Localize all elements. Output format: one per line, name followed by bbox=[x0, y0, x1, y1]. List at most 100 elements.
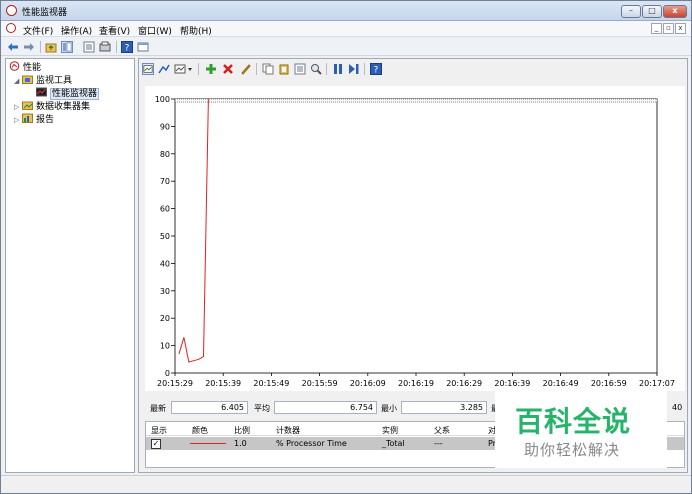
help-icon[interactable]: ? bbox=[370, 63, 382, 75]
minimum-value: 3.285 bbox=[401, 401, 487, 414]
graph-type-dropdown-icon[interactable] bbox=[187, 63, 193, 75]
show-hide-tree-icon[interactable] bbox=[61, 41, 73, 53]
minimum-label: 最小 bbox=[381, 404, 397, 413]
mdi-restore-button[interactable]: ▫ bbox=[663, 23, 674, 34]
plot-top-band bbox=[174, 98, 658, 103]
show-checkbox[interactable]: ✓ bbox=[151, 439, 161, 449]
y-tick-label: 30 bbox=[160, 287, 170, 296]
close-button[interactable]: x bbox=[663, 5, 687, 18]
menu-help[interactable]: 帮助(H) bbox=[180, 24, 212, 37]
freeze-display-icon[interactable] bbox=[332, 63, 344, 75]
change-graph-type-icon[interactable] bbox=[158, 63, 170, 75]
status-bar bbox=[1, 475, 691, 493]
column-header-scale[interactable]: 比例 bbox=[234, 425, 250, 436]
back-icon[interactable] bbox=[7, 41, 19, 53]
y-tick-label: 20 bbox=[160, 314, 170, 323]
forward-icon[interactable] bbox=[23, 41, 35, 53]
column-header-instance[interactable]: 实例 bbox=[382, 425, 398, 436]
perfmon-menu-icon[interactable] bbox=[6, 23, 16, 33]
zoom-icon[interactable] bbox=[310, 63, 322, 75]
tree-label: 性能 bbox=[23, 63, 42, 73]
help-icon[interactable]: ? bbox=[121, 41, 133, 53]
maximize-button[interactable]: □ bbox=[642, 5, 662, 18]
export-icon[interactable] bbox=[99, 41, 111, 53]
plot-frame bbox=[174, 98, 658, 374]
y-tick-label: 10 bbox=[160, 342, 170, 351]
counter-color-swatch bbox=[190, 443, 226, 444]
toolbar-separator bbox=[116, 41, 117, 53]
y-tick-label: 90 bbox=[160, 122, 170, 131]
properties-icon[interactable] bbox=[294, 63, 306, 75]
perfmon-app-icon bbox=[6, 5, 17, 16]
menu-action[interactable]: 操作(A) bbox=[61, 24, 92, 37]
up-folder-icon[interactable] bbox=[45, 41, 57, 53]
duration-value: 40 bbox=[672, 403, 683, 412]
minimize-button[interactable]: – bbox=[621, 5, 641, 18]
x-tick-label: 20:15:39 bbox=[205, 379, 241, 388]
y-tick-label: 70 bbox=[160, 177, 170, 186]
navigation-tree: 性能 ◢ 监视工具 性能监视器 ▷ 数据收集器集 ▷ 报告 bbox=[5, 58, 135, 473]
tree-item-reports[interactable]: ▷ 报告 bbox=[14, 113, 54, 126]
window-title: 性能监视器 bbox=[22, 8, 68, 18]
chart-toolbar: ? bbox=[139, 59, 687, 79]
latest-value: 6.405 bbox=[171, 401, 248, 414]
properties-icon[interactable] bbox=[83, 41, 95, 53]
perf-monitor-chart-icon bbox=[36, 87, 47, 97]
counter-scale: 1.0 bbox=[234, 439, 247, 448]
x-tick-label: 20:15:59 bbox=[302, 379, 338, 388]
tree-item-performance-monitor[interactable]: 性能监视器 bbox=[36, 87, 100, 100]
column-header-color[interactable]: 颜色 bbox=[192, 425, 208, 436]
column-header-parent[interactable]: 父系 bbox=[434, 425, 450, 436]
main-toolbar: ? bbox=[1, 38, 691, 56]
tree-label: 性能监视器 bbox=[50, 88, 100, 100]
menu-bar: 文件(F) 操作(A) 查看(V) 窗口(W) 帮助(H) _ ▫ x bbox=[1, 21, 691, 37]
counter-parent: --- bbox=[434, 439, 443, 448]
y-tick-label: 40 bbox=[160, 259, 170, 268]
x-tick-label: 20:15:29 bbox=[157, 379, 193, 388]
view-current-activity-icon[interactable] bbox=[142, 63, 154, 75]
update-data-icon[interactable] bbox=[348, 63, 360, 75]
x-tick-label: 20:16:19 bbox=[398, 379, 434, 388]
toolbar-separator bbox=[364, 63, 365, 75]
data-collector-folder-icon bbox=[22, 101, 33, 110]
x-tick-label: 20:15:49 bbox=[253, 379, 289, 388]
tree-label: 报告 bbox=[36, 115, 55, 125]
y-tick-label: 100 bbox=[155, 95, 170, 104]
copy-properties-icon[interactable] bbox=[262, 63, 274, 75]
tree-item-monitor-tools[interactable]: ◢ 监视工具 bbox=[14, 74, 72, 87]
collapse-arrow-icon[interactable]: ◢ bbox=[14, 75, 22, 88]
performance-line-chart[interactable]: 100908070605040302010020:15:29 20:15:39 20… bbox=[145, 86, 685, 391]
reports-icon bbox=[22, 113, 33, 123]
tree-item-performance[interactable]: 性能 bbox=[9, 61, 41, 74]
mdi-close-button[interactable]: x bbox=[675, 23, 686, 34]
y-tick-label: 0 bbox=[165, 369, 170, 378]
expand-arrow-icon[interactable]: ▷ bbox=[14, 114, 22, 127]
column-header-show[interactable]: 显示 bbox=[151, 425, 167, 436]
mdi-minimize-button[interactable]: _ bbox=[651, 23, 662, 34]
perfmon-icon bbox=[9, 61, 20, 71]
delete-counter-icon[interactable] bbox=[222, 63, 234, 75]
view-icon[interactable] bbox=[137, 41, 149, 53]
counter-instance: _Total bbox=[382, 439, 405, 448]
menu-window[interactable]: 窗口(W) bbox=[138, 24, 172, 37]
change-graph-type-icon[interactable] bbox=[174, 63, 186, 75]
average-label: 平均 bbox=[254, 404, 270, 413]
y-tick-label: 60 bbox=[160, 205, 170, 214]
title-bar: 性能监视器 – □ x bbox=[1, 1, 691, 21]
tree-item-data-collector-sets[interactable]: ▷ 数据收集器集 bbox=[14, 100, 90, 113]
menu-view[interactable]: 查看(V) bbox=[99, 24, 130, 37]
highlight-icon[interactable] bbox=[239, 63, 251, 75]
average-value: 6.754 bbox=[274, 401, 377, 414]
menu-file[interactable]: 文件(F) bbox=[23, 24, 53, 37]
svg-text:?: ? bbox=[374, 66, 379, 76]
svg-text:?: ? bbox=[125, 44, 130, 54]
watermark-logo: 百科全说 助你轻松解决 bbox=[495, 386, 667, 468]
tree-label: 监视工具 bbox=[36, 76, 73, 86]
monitor-tools-folder-icon bbox=[22, 75, 33, 84]
paste-counter-list-icon[interactable] bbox=[278, 63, 290, 75]
add-counter-icon[interactable] bbox=[205, 63, 217, 75]
watermark-subtitle: 助你轻松解决 bbox=[524, 441, 621, 459]
tree-label: 数据收集器集 bbox=[36, 102, 91, 112]
column-header-counter[interactable]: 计数器 bbox=[276, 425, 300, 436]
toolbar-separator bbox=[198, 63, 199, 75]
